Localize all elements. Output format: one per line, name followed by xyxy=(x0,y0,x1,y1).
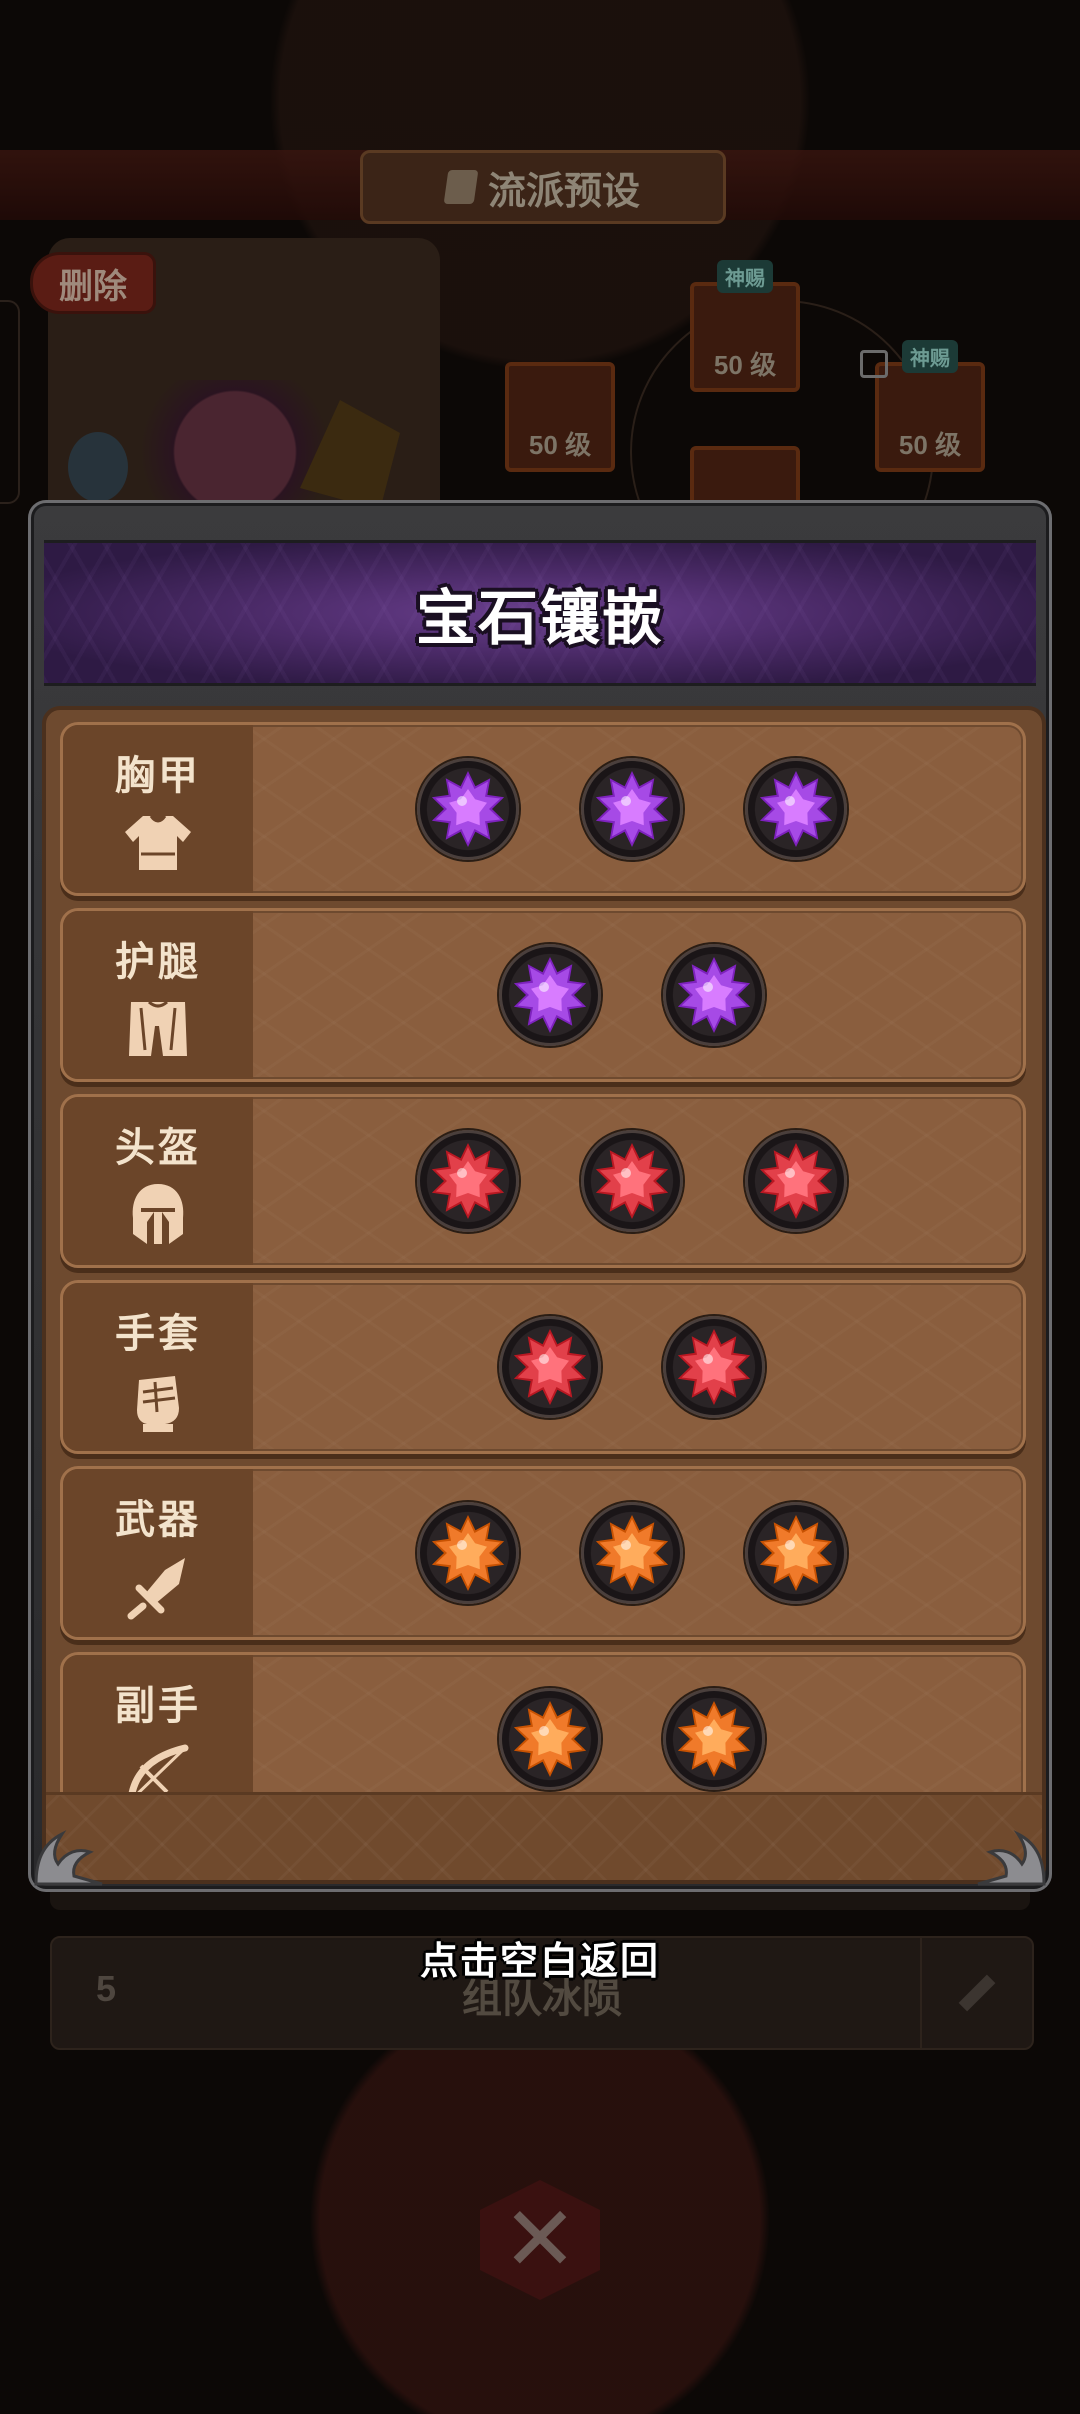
gem-slot-row[interactable]: 头盔 xyxy=(60,1094,1026,1268)
gem-slot-row[interactable]: 胸甲 xyxy=(60,722,1026,896)
red-gem-socket[interactable] xyxy=(499,1316,601,1418)
modal-header: 宝石镶嵌 xyxy=(44,540,1036,686)
equipment-tag: 神赐 xyxy=(902,340,958,373)
slot-label-column: 副手 xyxy=(63,1655,253,1792)
red-gem-socket[interactable] xyxy=(663,1316,765,1418)
purple-gem-socket[interactable] xyxy=(581,758,683,860)
slot-label: 胸甲 xyxy=(115,754,201,798)
slot-label: 手套 xyxy=(115,1312,201,1356)
equipment-level: 50 级 xyxy=(898,430,962,460)
equipment-level: 50 级 xyxy=(528,430,592,460)
slot-label: 护腿 xyxy=(115,940,201,984)
gem-slot-list[interactable]: 胸甲护腿头盔手套武器副手 xyxy=(46,710,1042,1792)
slot-label-column: 头盔 xyxy=(63,1097,253,1265)
red-gem-icon xyxy=(595,1143,669,1219)
orange-gem-icon xyxy=(759,1515,833,1591)
gem-slot-row[interactable]: 护腿 xyxy=(60,908,1026,1082)
gem-socket-area xyxy=(253,725,1023,893)
orange-gem-socket[interactable] xyxy=(581,1502,683,1604)
close-icon: ✕ xyxy=(502,2190,578,2290)
modal-footer xyxy=(46,1792,1042,1880)
tap-to-return-hint: 点击空白返回 xyxy=(419,1941,660,1983)
helmet-icon xyxy=(120,1183,196,1247)
equipment-level: 50 级 xyxy=(713,350,777,380)
red-gem-socket[interactable] xyxy=(417,1130,519,1232)
slot-label-column: 护腿 xyxy=(63,911,253,1079)
orange-gem-socket[interactable] xyxy=(417,1502,519,1604)
orange-gem-icon xyxy=(431,1515,505,1591)
balloon-icon xyxy=(68,432,128,502)
purple-gem-icon xyxy=(431,771,505,847)
purple-gem-socket[interactable] xyxy=(745,758,847,860)
red-gem-socket[interactable] xyxy=(581,1130,683,1232)
glove-icon xyxy=(120,1369,196,1433)
purple-gem-icon xyxy=(677,957,751,1033)
orange-gem-icon xyxy=(677,1701,751,1777)
side-tab xyxy=(0,300,20,504)
sword-icon xyxy=(120,1555,196,1620)
orange-gem-icon xyxy=(513,1701,587,1777)
preset-title-plate: 流派预设 xyxy=(360,150,726,224)
red-gem-icon xyxy=(431,1143,505,1219)
red-gem-icon xyxy=(513,1329,587,1405)
book-icon xyxy=(443,170,479,204)
orange-gem-icon xyxy=(595,1515,669,1591)
equipment-slot-hood[interactable]: 神赐 50 级 xyxy=(690,260,800,392)
equipment-slot-ring[interactable]: 神赐 50 级 xyxy=(875,340,985,472)
gem-slot-row[interactable]: 副手 xyxy=(60,1652,1026,1792)
delete-label: 删除 xyxy=(59,267,127,306)
gem-slot-row[interactable]: 武器 xyxy=(60,1466,1026,1640)
slot-label: 头盔 xyxy=(115,1126,201,1170)
slot-label-column: 武器 xyxy=(63,1469,253,1637)
purple-gem-icon xyxy=(513,957,587,1033)
corner-ornament-icon xyxy=(34,1830,103,1886)
gem-socket-area xyxy=(253,911,1023,1079)
purple-gem-socket[interactable] xyxy=(663,944,765,1046)
slot-label: 武器 xyxy=(115,1498,201,1542)
modal-title: 宝石镶嵌 xyxy=(416,584,664,652)
slot-label: 副手 xyxy=(115,1684,201,1728)
purple-gem-icon xyxy=(595,771,669,847)
gem-slot-row[interactable]: 手套 xyxy=(60,1280,1026,1454)
bow-icon xyxy=(120,1741,196,1792)
chest-armor-icon xyxy=(120,811,196,875)
orange-gem-socket[interactable] xyxy=(745,1502,847,1604)
orange-gem-socket[interactable] xyxy=(499,1688,601,1790)
purple-gem-icon xyxy=(759,771,833,847)
corner-ornament-icon xyxy=(977,1830,1046,1886)
equipment-slot-helmet[interactable]: 50 级 xyxy=(505,362,615,472)
preset-title: 流派预设 xyxy=(487,170,640,213)
orange-gem-socket[interactable] xyxy=(663,1688,765,1790)
modal-body: 胸甲护腿头盔手套武器副手 xyxy=(42,706,1046,1884)
gem-socket-area xyxy=(253,1655,1023,1792)
gem-socket-area xyxy=(253,1097,1023,1265)
slot-label-column: 胸甲 xyxy=(63,725,253,893)
delete-button[interactable]: 删除 xyxy=(30,252,156,314)
gem-inlay-modal: 宝石镶嵌 胸甲护腿头盔手套武器副手 xyxy=(28,500,1052,1892)
slot-label-column: 手套 xyxy=(63,1283,253,1451)
purple-gem-socket[interactable] xyxy=(499,944,601,1046)
red-gem-icon xyxy=(677,1329,751,1405)
red-gem-icon xyxy=(759,1143,833,1219)
purple-gem-socket[interactable] xyxy=(417,758,519,860)
red-gem-socket[interactable] xyxy=(745,1130,847,1232)
equipment-tag: 神赐 xyxy=(717,260,773,293)
gem-socket-area xyxy=(253,1283,1023,1451)
leg-guard-icon xyxy=(120,997,196,1061)
lock-icon xyxy=(860,350,888,378)
gem-socket-area xyxy=(253,1469,1023,1637)
